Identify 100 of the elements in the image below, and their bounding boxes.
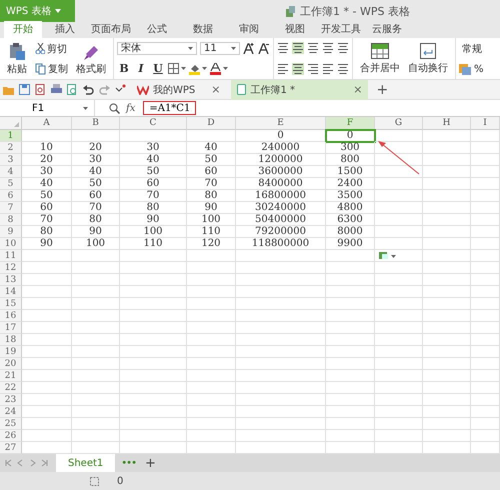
- table-cell[interactable]: 90: [187, 202, 236, 214]
- table-cell[interactable]: [423, 190, 471, 202]
- close-button[interactable]: ×: [211, 83, 220, 96]
- table-cell[interactable]: [471, 274, 500, 286]
- column-header[interactable]: I: [471, 117, 500, 130]
- percent-button[interactable]: %: [474, 64, 484, 74]
- font-select[interactable]: 宋体: [117, 42, 197, 55]
- save-icon[interactable]: [19, 84, 30, 95]
- table-cell[interactable]: [187, 394, 236, 406]
- table-cell[interactable]: [236, 334, 326, 346]
- table-cell[interactable]: [375, 178, 423, 190]
- pdf-icon[interactable]: [35, 84, 46, 95]
- table-cell[interactable]: 800: [326, 154, 375, 166]
- table-cell[interactable]: [375, 370, 423, 382]
- table-cell[interactable]: [22, 346, 72, 358]
- table-cell[interactable]: 8000: [326, 226, 375, 238]
- table-cell[interactable]: [471, 382, 500, 394]
- table-cell[interactable]: [22, 382, 72, 394]
- table-cell[interactable]: [375, 154, 423, 166]
- table-cell[interactable]: [471, 262, 500, 274]
- table-cell[interactable]: [326, 418, 375, 430]
- align-left-icon[interactable]: [277, 62, 289, 75]
- table-cell[interactable]: [471, 142, 500, 154]
- table-cell[interactable]: [471, 286, 500, 298]
- table-cell[interactable]: [423, 334, 471, 346]
- table-cell[interactable]: [326, 406, 375, 418]
- table-cell[interactable]: 20: [22, 154, 72, 166]
- table-cell[interactable]: [471, 250, 500, 262]
- table-cell[interactable]: [236, 322, 326, 334]
- row-header[interactable]: 26: [0, 430, 22, 442]
- row-header[interactable]: 20: [0, 358, 22, 370]
- print-preview-icon[interactable]: [67, 84, 78, 95]
- table-cell[interactable]: [471, 190, 500, 202]
- ribbon-tab[interactable]: 视图: [272, 21, 318, 38]
- table-cell[interactable]: 70: [22, 214, 72, 226]
- table-cell[interactable]: [22, 262, 72, 274]
- table-cell[interactable]: 30: [120, 142, 187, 154]
- table-cell[interactable]: 10: [22, 142, 72, 154]
- table-cell[interactable]: 0: [326, 130, 375, 142]
- table-cell[interactable]: 30: [22, 166, 72, 178]
- table-cell[interactable]: [423, 142, 471, 154]
- table-cell[interactable]: 40: [22, 178, 72, 190]
- table-cell[interactable]: [187, 430, 236, 442]
- table-cell[interactable]: [236, 274, 326, 286]
- table-cell[interactable]: 3600000: [236, 166, 326, 178]
- table-cell[interactable]: [471, 226, 500, 238]
- table-cell[interactable]: [375, 262, 423, 274]
- table-cell[interactable]: [22, 430, 72, 442]
- table-cell[interactable]: [72, 334, 120, 346]
- table-cell[interactable]: 110: [120, 238, 187, 250]
- row-header[interactable]: 1: [0, 130, 22, 142]
- table-cell[interactable]: [22, 130, 72, 142]
- table-cell[interactable]: [236, 406, 326, 418]
- table-cell[interactable]: [187, 310, 236, 322]
- table-cell[interactable]: 90: [72, 226, 120, 238]
- table-cell[interactable]: [471, 202, 500, 214]
- table-cell[interactable]: [423, 178, 471, 190]
- row-header[interactable]: 2: [0, 142, 22, 154]
- table-cell[interactable]: 80: [22, 226, 72, 238]
- currency-icon[interactable]: [459, 63, 471, 75]
- table-cell[interactable]: [375, 286, 423, 298]
- table-cell[interactable]: [72, 262, 120, 274]
- copy-button[interactable]: 复制: [35, 62, 68, 76]
- table-cell[interactable]: [423, 238, 471, 250]
- table-cell[interactable]: [72, 130, 120, 142]
- table-cell[interactable]: [187, 130, 236, 142]
- table-cell[interactable]: [187, 346, 236, 358]
- wrap-text-button[interactable]: 自动换行: [404, 42, 452, 76]
- table-cell[interactable]: [423, 226, 471, 238]
- table-cell[interactable]: 8400000: [236, 178, 326, 190]
- table-cell[interactable]: [236, 286, 326, 298]
- table-cell[interactable]: [423, 406, 471, 418]
- table-cell[interactable]: [236, 262, 326, 274]
- table-cell[interactable]: 6300: [326, 214, 375, 226]
- row-header[interactable]: 6: [0, 190, 22, 202]
- table-cell[interactable]: [72, 370, 120, 382]
- table-cell[interactable]: [22, 298, 72, 310]
- table-cell[interactable]: [236, 310, 326, 322]
- table-cell[interactable]: [22, 334, 72, 346]
- table-cell[interactable]: [471, 322, 500, 334]
- table-cell[interactable]: 40: [72, 166, 120, 178]
- table-cell[interactable]: 0: [236, 130, 326, 142]
- table-cell[interactable]: [187, 286, 236, 298]
- shrink-font-icon[interactable]: [258, 42, 270, 54]
- font-color-icon[interactable]: [210, 62, 228, 75]
- table-cell[interactable]: [72, 286, 120, 298]
- ribbon-tab[interactable]: 开发工具: [318, 21, 364, 38]
- table-cell[interactable]: [471, 334, 500, 346]
- undo-icon[interactable]: [83, 84, 94, 95]
- table-cell[interactable]: [375, 382, 423, 394]
- row-header[interactable]: 15: [0, 298, 22, 310]
- ribbon-tab[interactable]: 公式: [134, 21, 180, 38]
- column-header[interactable]: E: [236, 117, 326, 130]
- table-cell[interactable]: [120, 394, 187, 406]
- table-cell[interactable]: [120, 322, 187, 334]
- row-header[interactable]: 25: [0, 418, 22, 430]
- column-header[interactable]: B: [72, 117, 120, 130]
- ribbon-tab[interactable]: 云服务: [364, 21, 410, 38]
- table-cell[interactable]: [423, 154, 471, 166]
- row-header[interactable]: 12: [0, 262, 22, 274]
